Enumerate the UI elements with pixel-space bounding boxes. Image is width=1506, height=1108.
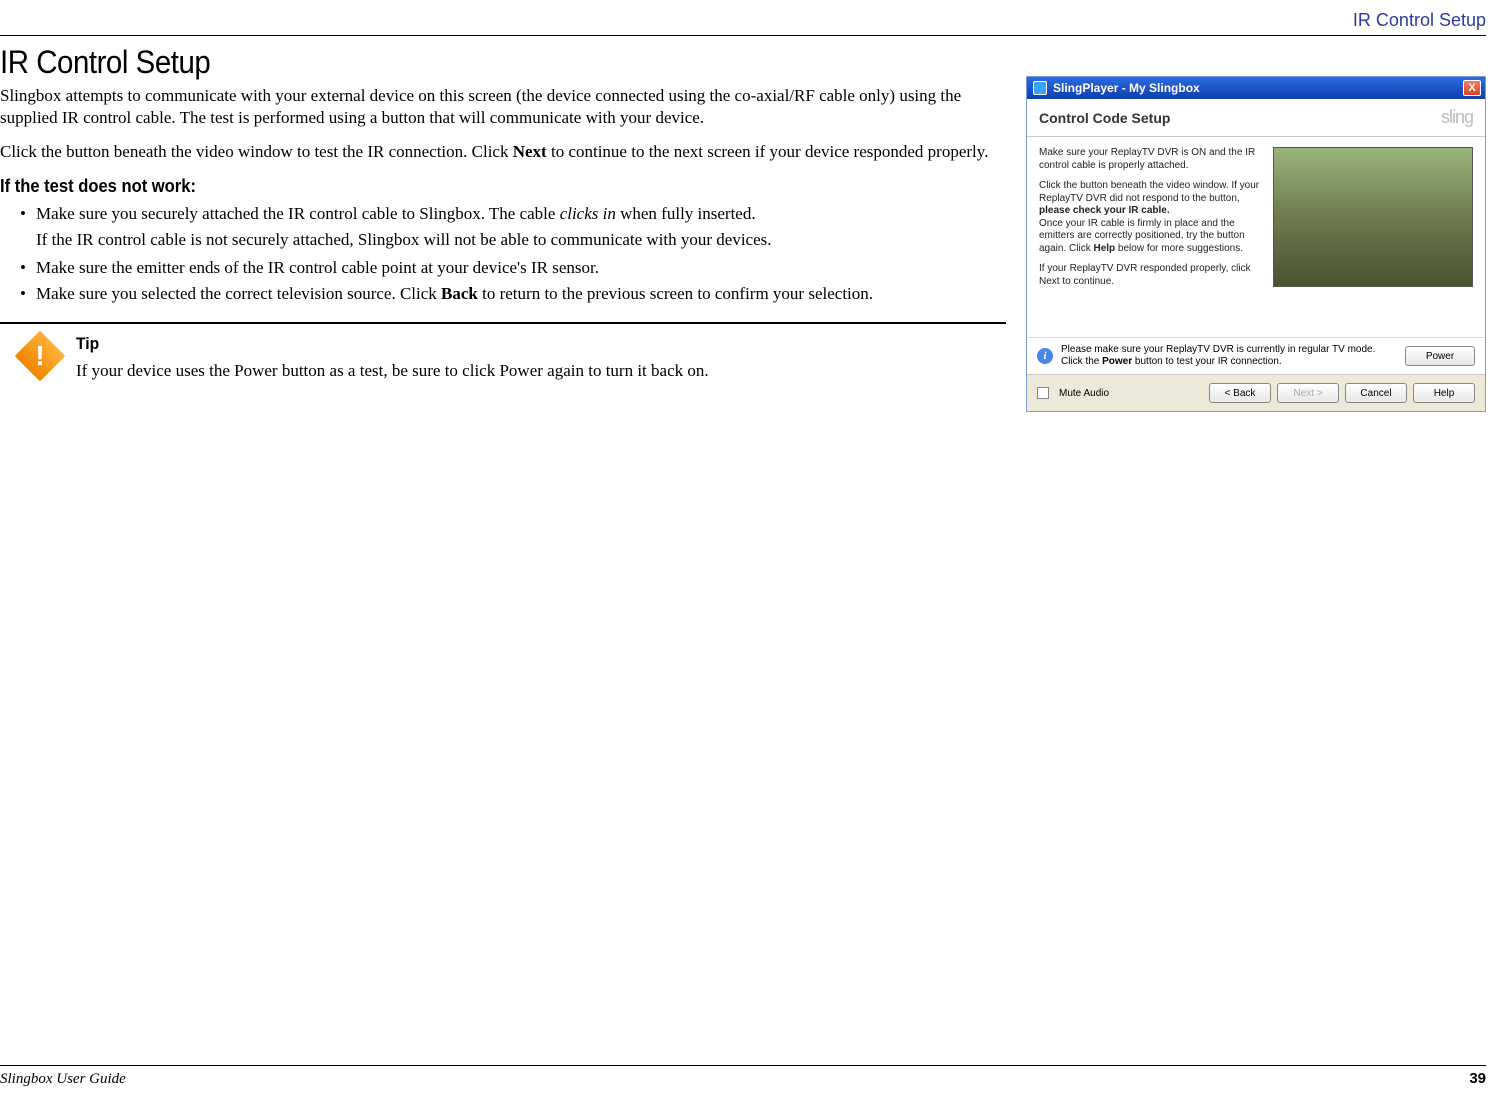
mute-checkbox[interactable] [1037,387,1049,399]
help-button[interactable]: Help [1413,383,1475,403]
text: Click the [1061,356,1102,367]
text: Please make sure your ReplayTV DVR is cu… [1061,344,1375,355]
page-footer: Slingbox User Guide 39 [0,1065,1486,1088]
dialog-header: Control Code Setup sling [1027,99,1485,137]
brand-logo: sling [1441,107,1473,128]
app-window: SlingPlayer - My Slingbox X Control Code… [1026,76,1486,412]
mute-label: Mute Audio [1059,388,1109,399]
next-bold: Next [513,142,547,161]
troubleshoot-list: Make sure you securely attached the IR c… [0,203,1006,304]
warning-icon: ! [20,336,60,376]
text: button to test your IR connection. [1132,356,1282,367]
page-title: IR Control Setup [0,44,926,81]
window-titlebar[interactable]: SlingPlayer - My Slingbox X [1027,77,1485,99]
tip-callout: ! Tip If your device uses the Power butt… [0,334,1006,382]
back-bold: Back [441,284,478,303]
list-item-followup: If the IR control cable is not securely … [36,229,1006,251]
text: to return to the previous screen to conf… [478,284,873,303]
footer-page-number: 39 [1469,1070,1486,1087]
dialog-body: Make sure your ReplayTV DVR is ON and th… [1027,137,1485,337]
list-item: Make sure you securely attached the IR c… [20,203,1006,251]
power-button[interactable]: Power [1405,346,1475,366]
text-bold: Help [1093,243,1115,254]
text: to continue to the next screen if your d… [547,142,989,161]
text: Click the button beneath the video windo… [1039,180,1263,255]
text: If your ReplayTV DVR responded properly,… [1039,263,1263,288]
info-text: Please make sure your ReplayTV DVR is cu… [1061,344,1397,368]
intro-para-2: Click the button beneath the video windo… [0,141,1006,163]
footer-guide-name: Slingbox User Guide [0,1071,126,1088]
next-button[interactable]: Next > [1277,383,1339,403]
app-icon [1033,81,1047,95]
text: Click the button beneath the video windo… [0,142,513,161]
tip-body: If your device uses the Power button as … [76,360,709,382]
dialog-title: Control Code Setup [1039,110,1170,126]
text: Make sure you selected the correct telev… [36,284,441,303]
back-button[interactable]: < Back [1209,383,1271,403]
info-icon: i [1037,348,1053,364]
header-rule [0,35,1486,36]
tip-title: Tip [76,334,658,354]
text: Make sure you securely attached the IR c… [36,204,560,223]
text: when fully inserted. [616,204,756,223]
info-row: i Please make sure your ReplayTV DVR is … [1027,337,1485,374]
close-icon[interactable]: X [1463,80,1481,96]
text-bold: please check your IR cable. [1039,205,1170,216]
intro-para-1: Slingbox attempts to communicate with yo… [0,85,1006,129]
dialog-button-row: Mute Audio < Back Next > Cancel Help [1027,374,1485,411]
window-title: SlingPlayer - My Slingbox [1053,81,1463,95]
text: Click the button beneath the video windo… [1039,180,1259,204]
instruction-text: Make sure your ReplayTV DVR is ON and th… [1039,147,1263,329]
text-bold: Power [1102,356,1132,367]
text: below for more suggestions. [1115,243,1243,254]
sub-heading: If the test does not work: [0,176,926,197]
video-preview [1273,147,1473,287]
text: Make sure your ReplayTV DVR is ON and th… [1039,147,1263,172]
list-item: Make sure you selected the correct telev… [20,283,1006,305]
cancel-button[interactable]: Cancel [1345,383,1407,403]
separator-rule [0,322,1006,324]
running-header: IR Control Setup [0,10,1486,31]
list-item: Make sure the emitter ends of the IR con… [20,257,1006,279]
clicks-in-emphasis: clicks in [560,204,616,223]
